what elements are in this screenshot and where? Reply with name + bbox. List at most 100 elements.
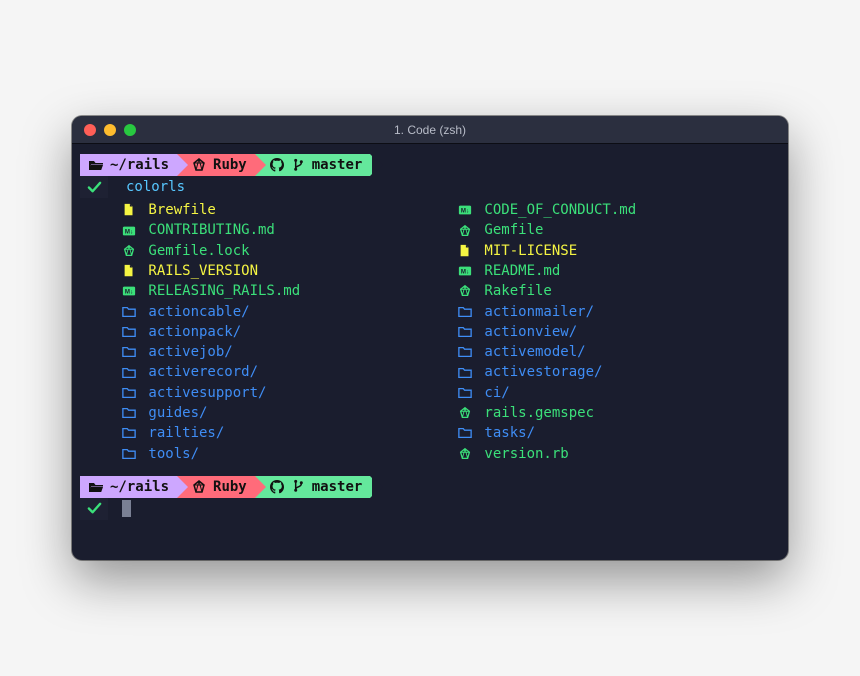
md-icon — [454, 203, 476, 217]
file-name: actionview/ — [476, 322, 577, 342]
folder-icon — [454, 426, 476, 440]
command-line — [80, 498, 780, 520]
prompt-ruby: Ruby — [213, 477, 247, 497]
file-name: Rakefile — [476, 281, 552, 301]
list-item: README.md — [454, 261, 780, 281]
list-item: actionview/ — [454, 322, 780, 342]
list-item: RELEASING_RAILS.md — [118, 281, 444, 301]
prompt-path: ~/rails — [110, 477, 169, 497]
prompt-segment-ruby: Ruby — [177, 154, 255, 176]
list-item: actionpack/ — [118, 322, 444, 342]
folder-icon — [118, 386, 140, 400]
file-name: RAILS_VERSION — [140, 261, 258, 281]
list-item: actioncable/ — [118, 302, 444, 322]
cursor — [122, 500, 131, 517]
check-icon — [80, 176, 108, 198]
prompt-path: ~/rails — [110, 155, 169, 175]
prompt-segment-git: master — [255, 154, 371, 176]
list-item: Rakefile — [454, 281, 780, 301]
folder-icon — [118, 406, 140, 420]
list-item: activemodel/ — [454, 342, 780, 362]
list-item: railties/ — [118, 423, 444, 443]
folder-icon — [118, 305, 140, 319]
gem-icon — [191, 479, 207, 495]
file-name: actioncable/ — [140, 302, 250, 322]
folder-open-icon — [88, 157, 104, 173]
list-item: tasks/ — [454, 423, 780, 443]
folder-icon — [454, 345, 476, 359]
file-name: README.md — [476, 261, 560, 281]
command-text: colorls — [126, 177, 185, 197]
file-icon — [118, 264, 140, 278]
folder-icon — [454, 325, 476, 339]
file-name: activejob/ — [140, 342, 233, 362]
list-item: CODE_OF_CONDUCT.md — [454, 200, 780, 220]
gem-icon — [454, 224, 476, 238]
file-name: Gemfile — [476, 220, 543, 240]
list-item: version.rb — [454, 444, 780, 464]
file-name: actionmailer/ — [476, 302, 594, 322]
folder-icon — [454, 305, 476, 319]
prompt-branch: master — [312, 155, 363, 175]
md-icon — [118, 224, 140, 238]
prompt-segment-path: ~/rails — [80, 154, 177, 176]
branch-icon — [291, 158, 306, 173]
file-name: activemodel/ — [476, 342, 586, 362]
list-item: CONTRIBUTING.md — [118, 220, 444, 240]
md-icon — [454, 264, 476, 278]
window-title: 1. Code (zsh) — [72, 123, 788, 137]
file-name: MIT-LICENSE — [476, 241, 577, 261]
list-item: tools/ — [118, 444, 444, 464]
gem-icon — [454, 406, 476, 420]
file-name: ci/ — [476, 383, 510, 403]
gem-icon — [118, 244, 140, 258]
list-item: MIT-LICENSE — [454, 241, 780, 261]
prompt-line: ~/rails Ruby master — [80, 476, 780, 498]
file-name: CONTRIBUTING.md — [140, 220, 275, 240]
list-item: ci/ — [454, 383, 780, 403]
list-item: activerecord/ — [118, 362, 444, 382]
file-name: railties/ — [140, 423, 224, 443]
list-item: actionmailer/ — [454, 302, 780, 322]
folder-icon — [454, 386, 476, 400]
folder-icon — [118, 345, 140, 359]
file-name: activerecord/ — [140, 362, 258, 382]
list-item: Brewfile — [118, 200, 444, 220]
titlebar: 1. Code (zsh) — [72, 116, 788, 144]
list-item: activejob/ — [118, 342, 444, 362]
folder-icon — [118, 366, 140, 380]
folder-open-icon — [88, 479, 104, 495]
file-name: guides/ — [140, 403, 207, 423]
branch-icon — [291, 479, 306, 494]
prompt-segment-git: master — [255, 476, 371, 498]
list-item: RAILS_VERSION — [118, 261, 444, 281]
prompt-segment-ruby: Ruby — [177, 476, 255, 498]
github-icon — [269, 479, 285, 495]
prompt-line: ~/rails Ruby master — [80, 154, 780, 176]
folder-icon — [118, 426, 140, 440]
file-name: Brewfile — [140, 200, 216, 220]
terminal-body[interactable]: ~/rails Ruby master colorls Brewfile CON… — [72, 144, 788, 560]
file-listing: Brewfile CONTRIBUTING.md Gemfile.lock RA… — [80, 200, 780, 464]
list-item: Gemfile — [454, 220, 780, 240]
list-item: guides/ — [118, 403, 444, 423]
list-item: activesupport/ — [118, 383, 444, 403]
prompt-segment-path: ~/rails — [80, 476, 177, 498]
file-name: activesupport/ — [140, 383, 266, 403]
file-name: RELEASING_RAILS.md — [140, 281, 300, 301]
terminal-window: 1. Code (zsh) ~/rails Ruby master colorl… — [72, 116, 788, 560]
md-icon — [118, 284, 140, 298]
prompt-ruby: Ruby — [213, 155, 247, 175]
file-name: tools/ — [140, 444, 199, 464]
file-name: rails.gemspec — [476, 403, 594, 423]
gem-icon — [454, 284, 476, 298]
file-name: tasks/ — [476, 423, 535, 443]
file-name: version.rb — [476, 444, 569, 464]
file-name: CODE_OF_CONDUCT.md — [476, 200, 636, 220]
list-item: Gemfile.lock — [118, 241, 444, 261]
command-line: colorls — [80, 176, 780, 198]
list-item: rails.gemspec — [454, 403, 780, 423]
prompt-branch: master — [312, 477, 363, 497]
folder-icon — [454, 366, 476, 380]
file-name: actionpack/ — [140, 322, 241, 342]
